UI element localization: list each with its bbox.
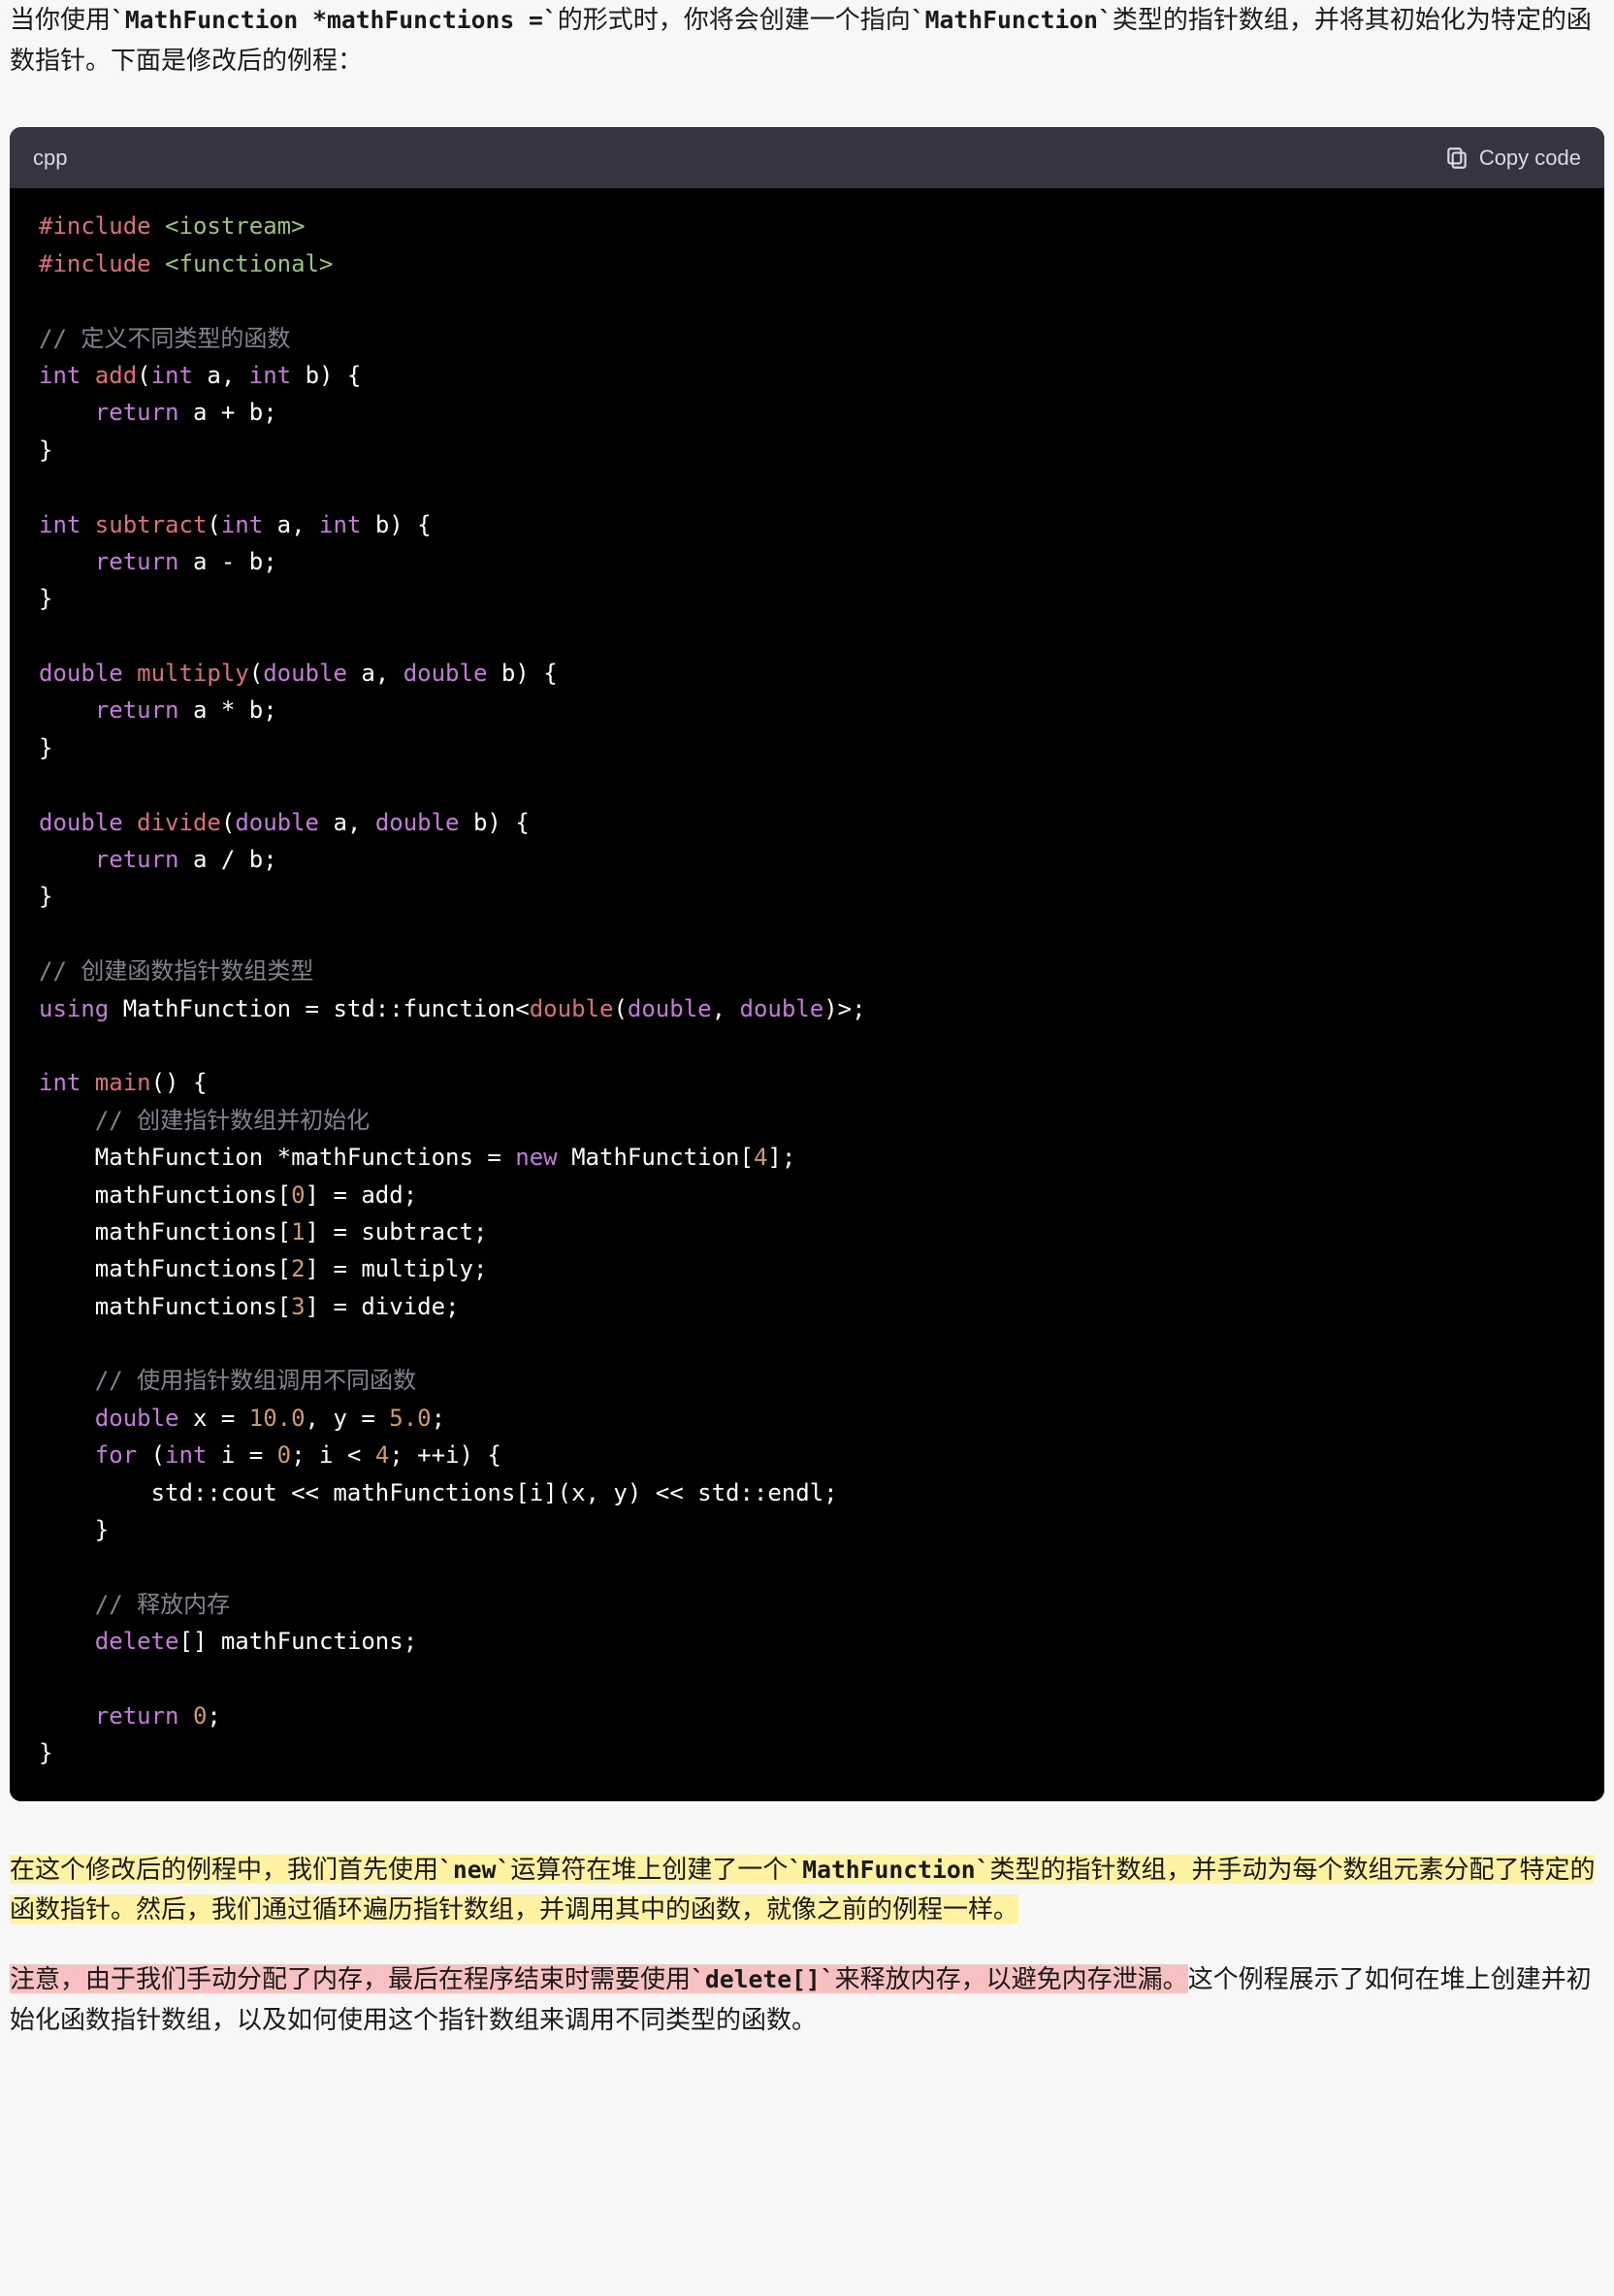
code-header: cpp Copy code xyxy=(10,127,1604,188)
explanation-text-2: 注意，由于我们手动分配了内存，最后在程序结束时需要使用`delete[]`来释放… xyxy=(10,1959,1604,2040)
explanation-paragraph-1: 在这个修改后的例程中，我们首先使用`new`运算符在堆上创建了一个`MathFu… xyxy=(0,1821,1614,1940)
code-language-label: cpp xyxy=(33,141,67,175)
intro-code-1: `MathFunction *mathFunctions =` xyxy=(111,6,558,34)
intro-text: 当你使用`MathFunction *mathFunctions =`的形式时，… xyxy=(10,0,1604,81)
explanation-paragraph-2: 注意，由于我们手动分配了内存，最后在程序结束时需要使用`delete[]`来释放… xyxy=(0,1940,1614,2067)
copy-code-label: Copy code xyxy=(1479,141,1581,175)
intro-t1: 当你使用 xyxy=(10,5,111,34)
explanation-text-1: 在这个修改后的例程中，我们首先使用`new`运算符在堆上创建了一个`MathFu… xyxy=(10,1850,1604,1930)
highlight-yellow: 在这个修改后的例程中，我们首先使用`new`运算符在堆上创建了一个`MathFu… xyxy=(10,1855,1595,1924)
code-content[interactable]: #include <iostream> #include <functional… xyxy=(10,188,1604,1800)
intro-paragraph: 当你使用`MathFunction *mathFunctions =`的形式时，… xyxy=(0,0,1614,108)
intro-t2: 的形式时，你将会创建一个指向 xyxy=(558,5,911,34)
copy-code-button[interactable]: Copy code xyxy=(1444,141,1581,175)
highlight-red: 注意，由于我们手动分配了内存，最后在程序结束时需要使用`delete[]`来释放… xyxy=(10,1964,1188,1993)
intro-code-2: `MathFunction` xyxy=(911,6,1113,34)
clipboard-icon xyxy=(1444,146,1469,171)
code-block: cpp Copy code #include <iostream> #inclu… xyxy=(10,127,1604,1801)
